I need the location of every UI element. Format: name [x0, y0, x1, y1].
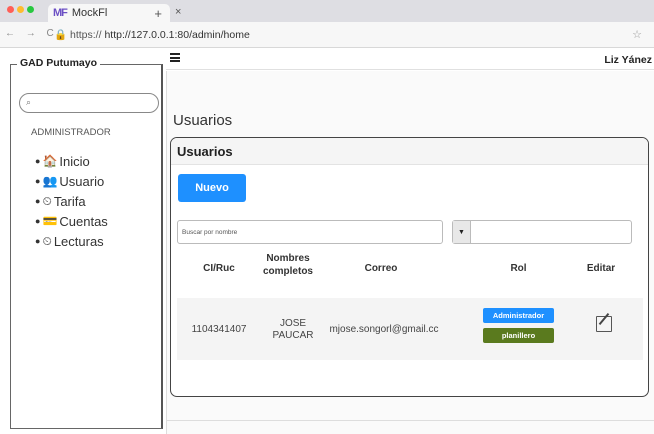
- sidebar-title: GAD Putumayo: [17, 57, 101, 69]
- search-by-name-input[interactable]: Buscar por nombre: [177, 220, 443, 244]
- sidebar-item-label: Cuentas: [59, 213, 108, 229]
- sidebar-role-label: ADMINISTRADOR: [31, 127, 111, 138]
- column-header-role: Rol: [510, 263, 527, 274]
- cell-name: JOSE PAUCAR: [263, 318, 323, 342]
- tab-title: MockFl: [71, 7, 108, 19]
- bullet-icon: ●: [35, 216, 41, 226]
- chevron-down-icon: ▼: [453, 221, 471, 243]
- hamburger-menu-icon[interactable]: [170, 53, 180, 62]
- minimize-window-button[interactable]: [17, 6, 24, 13]
- role-filter-select[interactable]: ▼: [452, 220, 632, 244]
- address-bar: ← → C 🔒 https:// http://127.0.0.1:80/adm…: [0, 22, 654, 48]
- sidebar-item-label: Inicio: [59, 153, 90, 169]
- tachometer-icon: ⏲: [42, 233, 52, 248]
- bullet-icon: ●: [35, 156, 41, 166]
- page-title: Usuarios: [173, 112, 233, 129]
- bullet-icon: ●: [35, 236, 41, 246]
- sidebar-item-tarifa[interactable]: ● ⏲ Tarifa: [35, 191, 108, 211]
- close-tab-icon[interactable]: ×: [175, 6, 181, 18]
- bullet-icon: ●: [35, 196, 41, 206]
- bullet-icon: ●: [35, 176, 41, 186]
- sidebar-item-label: Tarifa: [53, 193, 86, 209]
- cell-name-line2: PAUCAR: [272, 330, 314, 341]
- home-icon: 🏠: [42, 154, 58, 168]
- cell-name-line1: JOSE: [279, 318, 307, 329]
- sidebar-item-lecturas[interactable]: ● ⏲ Lecturas: [35, 231, 108, 251]
- browser-tab-bar: MF MockFl + ×: [0, 0, 654, 22]
- cell-email: mjose.songorl@gmail.cc: [329, 324, 439, 335]
- sidebar-item-inicio[interactable]: ● 🏠 Inicio: [35, 151, 108, 171]
- url-text: http://127.0.0.1:80/admin/home: [104, 29, 250, 41]
- column-header-ci: CI/Ruc: [203, 263, 235, 274]
- edit-icon[interactable]: [596, 316, 612, 332]
- column-header-edit: Editar: [586, 263, 616, 274]
- divider: [166, 420, 654, 421]
- role-badge-administrador: Administrador: [483, 308, 554, 323]
- sidebar-item-usuario[interactable]: ● 👥 Usuario: [35, 171, 108, 191]
- sidebar-menu: ● 🏠 Inicio ● 👥 Usuario ● ⏲ Tarifa ● 💳 Cu…: [35, 151, 108, 251]
- tachometer-icon: ⏲: [42, 193, 52, 208]
- maximize-window-button[interactable]: [27, 6, 34, 13]
- close-window-button[interactable]: [7, 6, 14, 13]
- column-header-names: Nombres completos: [262, 253, 313, 277]
- browser-tab[interactable]: MF MockFl +: [48, 4, 170, 22]
- url-prefix: 🔒 https://: [54, 29, 102, 41]
- users-card: Usuarios Nuevo Buscar por nombre ▼ CI/Ru…: [170, 137, 649, 397]
- wallet-icon: 💳: [42, 214, 58, 228]
- sidebar-item-cuentas[interactable]: ● 💳 Cuentas: [35, 211, 108, 231]
- navigation-icons[interactable]: ← → C: [5, 28, 58, 39]
- search-icon: ⌕: [26, 97, 32, 107]
- new-tab-button[interactable]: +: [154, 6, 162, 21]
- sidebar-item-label: Lecturas: [53, 233, 104, 249]
- bookmark-star-icon[interactable]: ☆: [632, 28, 642, 41]
- role-badge-planillero: planillero: [483, 328, 554, 343]
- cell-ci: 1104341407: [191, 324, 247, 335]
- url-field[interactable]: 🔒 https:// http://127.0.0.1:80/admin/hom…: [54, 28, 250, 41]
- users-icon: 👥: [42, 174, 58, 188]
- top-bar: Liz Yánez: [166, 50, 654, 70]
- user-name[interactable]: Liz Yánez: [604, 54, 652, 66]
- card-title: Usuarios: [171, 138, 648, 165]
- sidebar: GAD Putumayo ⌕ ADMINISTRADOR ● 🏠 Inicio …: [10, 57, 163, 429]
- mockfl-logo-icon: MF: [53, 7, 68, 19]
- new-user-button[interactable]: Nuevo: [178, 174, 246, 202]
- sidebar-search-input[interactable]: ⌕: [19, 93, 159, 113]
- column-header-email: Correo: [364, 263, 398, 274]
- sidebar-item-label: Usuario: [59, 173, 105, 189]
- window-controls: [7, 6, 34, 13]
